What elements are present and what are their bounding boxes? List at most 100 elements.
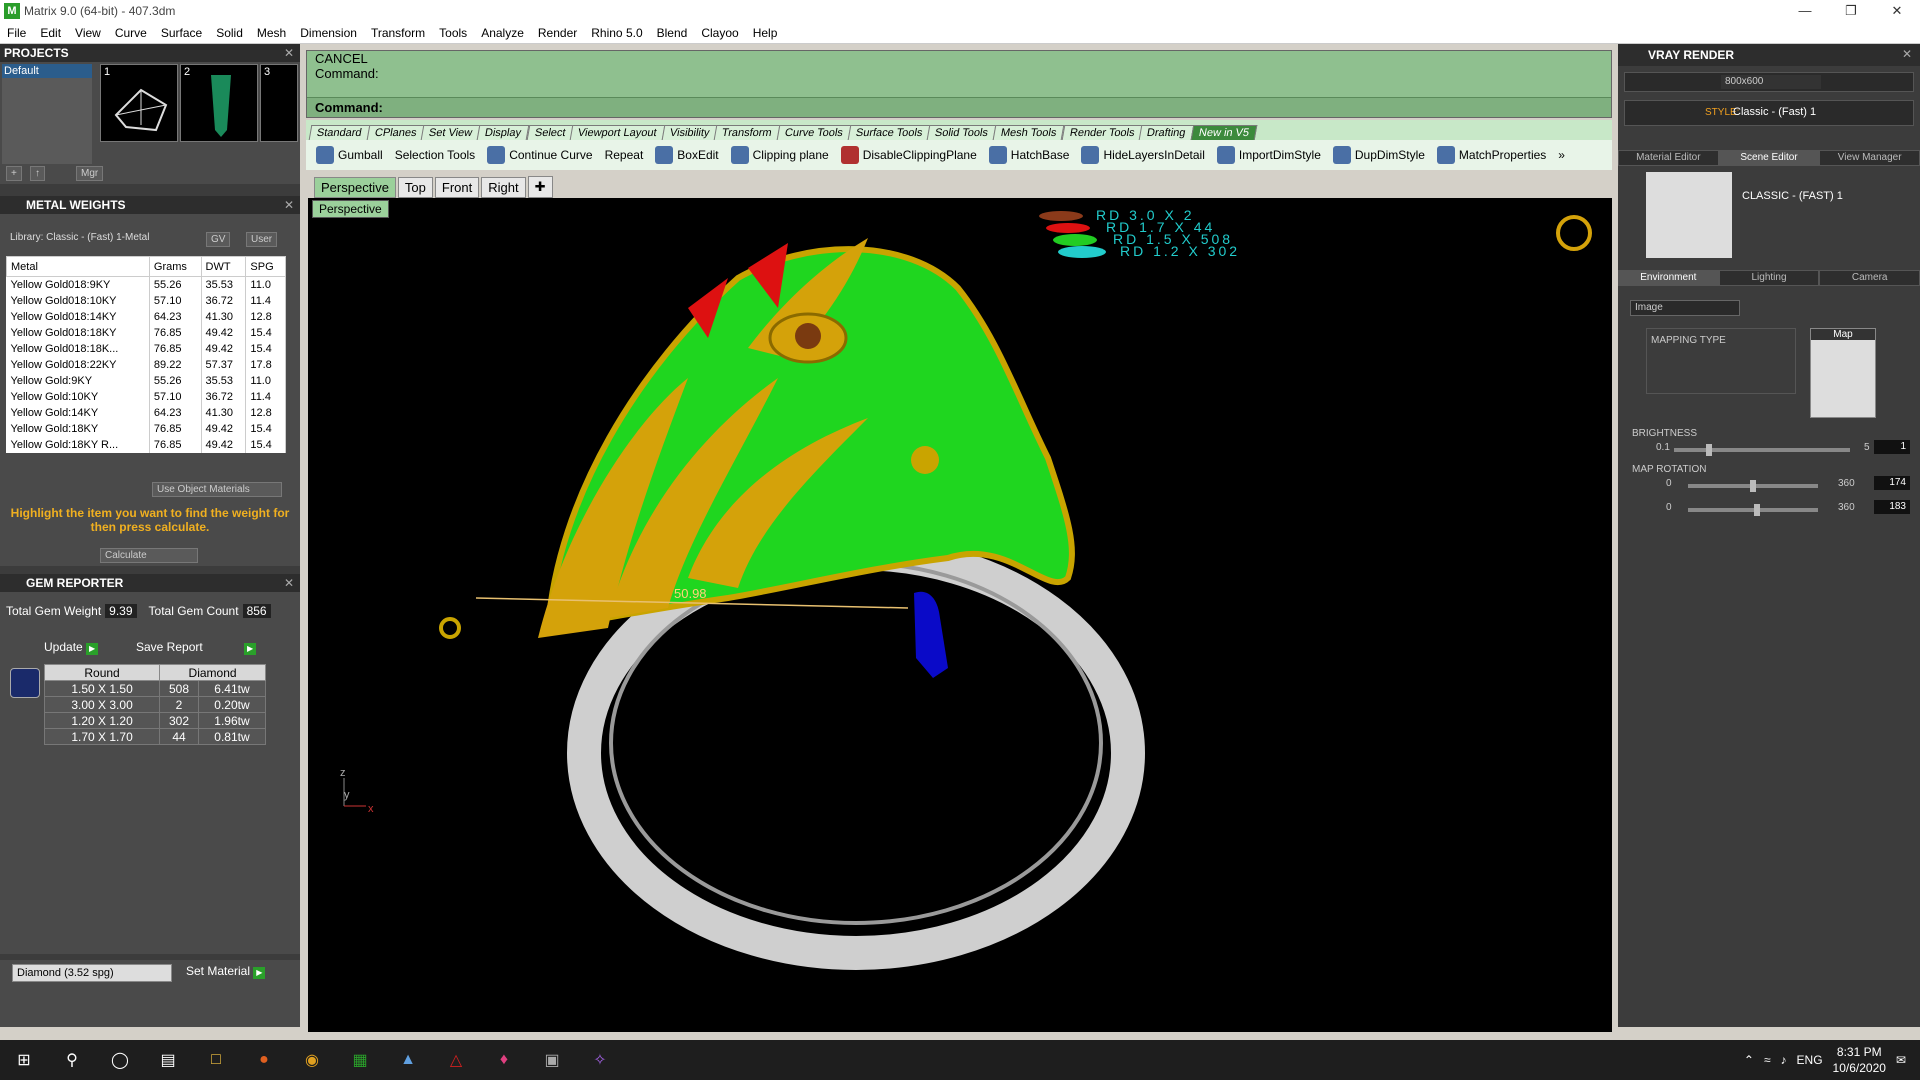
import-dimstyle-button[interactable]: ImportDimStyle — [1216, 146, 1321, 164]
restore-button[interactable]: ❐ — [1828, 0, 1874, 22]
tab-transform[interactable]: Transform — [714, 125, 781, 140]
update-button[interactable]: Update ▶ — [44, 640, 99, 655]
gem-row[interactable]: 1.50 X 1.50 508 6.41tw — [43, 680, 267, 697]
rotation-slider-2[interactable] — [1688, 504, 1818, 516]
gumball-button[interactable]: Gumball — [316, 146, 383, 164]
brightness-slider[interactable] — [1674, 444, 1850, 456]
menu-curve[interactable]: Curve — [108, 26, 154, 40]
tab-viewport-layout[interactable]: Viewport Layout — [569, 125, 666, 140]
add-project-button[interactable]: + — [6, 166, 22, 181]
table-row[interactable]: Yellow Gold018:18KY 76.85 49.42 15.4 — [6, 324, 286, 341]
gv-button[interactable]: GV — [206, 232, 231, 247]
app-icon-blue[interactable]: ▲ — [384, 1040, 432, 1080]
gem-shape-icon[interactable] — [10, 668, 40, 698]
repeat-button[interactable]: Repeat — [605, 148, 644, 162]
chrome-icon[interactable]: ◉ — [288, 1040, 336, 1080]
table-row[interactable]: Yellow Gold018:9KY 55.26 35.53 11.0 — [6, 276, 286, 293]
tab-curve-tools[interactable]: Curve Tools — [776, 125, 852, 140]
col-dwt[interactable]: DWT — [200, 256, 247, 277]
app-icon-rhino[interactable]: ▣ — [528, 1040, 576, 1080]
wifi-icon[interactable]: ≈ — [1764, 1053, 1771, 1067]
projects-list[interactable]: Default — [2, 64, 92, 164]
set-material-button[interactable]: Set Material ▶ — [186, 964, 266, 979]
tab-set-view[interactable]: Set View — [420, 125, 481, 140]
tab-view-manager[interactable]: View Manager — [1819, 150, 1920, 166]
app-icon-orange[interactable]: ● — [240, 1040, 288, 1080]
clock[interactable]: 8:31 PM 10/6/2020 — [1833, 1044, 1886, 1076]
menu-blend[interactable]: Blend — [650, 26, 695, 40]
project-thumb-3[interactable]: 3 — [260, 64, 298, 142]
map-thumbnail[interactable]: Map — [1810, 328, 1876, 418]
user-button[interactable]: User — [246, 232, 278, 247]
minimize-button[interactable]: — — [1782, 0, 1828, 22]
brightness-value[interactable]: 1 — [1874, 440, 1910, 454]
menu-analyze[interactable]: Analyze — [474, 26, 531, 40]
table-row[interactable]: Yellow Gold:10KY 57.10 36.72 11.4 — [6, 388, 286, 405]
file-explorer-icon[interactable]: □ — [192, 1040, 240, 1080]
up-project-button[interactable]: ↑ — [30, 166, 45, 181]
command-input[interactable]: Command: — [307, 97, 1611, 117]
save-report-button[interactable]: Save Report ▶ — [136, 640, 257, 655]
table-row[interactable]: Yellow Gold:18KY R... 76.85 49.42 15.4 — [6, 436, 286, 453]
rotation-value-2[interactable]: 183 — [1874, 500, 1910, 514]
menu-tools[interactable]: Tools — [432, 26, 474, 40]
match-properties-button[interactable]: MatchProperties — [1436, 146, 1546, 164]
calculate-button[interactable]: Calculate — [100, 548, 198, 563]
menu-file[interactable]: File — [0, 26, 33, 40]
app-icon-network[interactable]: ✧ — [576, 1040, 624, 1080]
menu-surface[interactable]: Surface — [154, 26, 209, 40]
tab-render-tools[interactable]: Render Tools — [1061, 125, 1143, 140]
material-select[interactable]: Diamond (3.52 spg) — [12, 964, 172, 982]
close-icon[interactable]: ✕ — [284, 196, 294, 214]
tab-camera[interactable]: Camera — [1819, 270, 1920, 286]
tab-display[interactable]: Display — [477, 125, 530, 140]
view-tab-top[interactable]: Top — [397, 177, 433, 198]
app-icon-red[interactable]: △ — [432, 1040, 480, 1080]
view-tab-perspective[interactable]: Perspective — [314, 177, 396, 198]
close-icon[interactable]: ✕ — [284, 44, 294, 62]
menu-help[interactable]: Help — [746, 26, 785, 40]
gem-row[interactable]: 1.70 X 1.70 44 0.81tw — [43, 728, 267, 745]
resolution-select[interactable]: 800x600 — [1721, 75, 1821, 89]
project-thumb-2[interactable]: 2 — [180, 64, 258, 142]
tab-surface-tools[interactable]: Surface Tools — [847, 125, 931, 140]
menu-transform[interactable]: Transform — [364, 26, 432, 40]
gem-row[interactable]: 3.00 X 3.00 2 0.20tw — [43, 696, 267, 713]
col-grams[interactable]: Grams — [148, 256, 202, 277]
tab-new-in-v5[interactable]: New in V5 — [1190, 125, 1258, 140]
scene-thumbnail[interactable] — [1646, 172, 1732, 258]
app-icon-pink[interactable]: ♦ — [480, 1040, 528, 1080]
table-row[interactable]: Yellow Gold018:10KY 57.10 36.72 11.4 — [6, 292, 286, 309]
tab-standard[interactable]: Standard — [308, 125, 370, 140]
tab-environment[interactable]: Environment — [1618, 270, 1719, 286]
perspective-viewport[interactable]: Perspective 50.98 RD 3.0 X 2 RD 1.7 X 44… — [308, 198, 1612, 1032]
view-tab-right[interactable]: Right — [481, 177, 526, 198]
close-button[interactable]: ✕ — [1874, 0, 1920, 22]
search-icon[interactable]: ⚲ — [48, 1040, 96, 1080]
tab-material-editor[interactable]: Material Editor — [1618, 150, 1719, 166]
matrix-icon[interactable]: ▦ — [336, 1040, 384, 1080]
menu-rhino5[interactable]: Rhino 5.0 — [584, 26, 649, 40]
start-icon[interactable]: ⊞ — [0, 1040, 48, 1080]
menu-clayoo[interactable]: Clayoo — [694, 26, 745, 40]
table-row[interactable]: Yellow Gold018:22KY 89.22 57.37 17.8 — [6, 356, 286, 373]
continue-curve-button[interactable]: Continue Curve — [487, 146, 593, 164]
volume-icon[interactable]: ♪ — [1781, 1053, 1787, 1067]
menu-view[interactable]: View — [68, 26, 108, 40]
add-view-icon[interactable]: ✚ — [527, 176, 553, 198]
notification-icon[interactable]: ✉ — [1896, 1053, 1906, 1067]
menu-mesh[interactable]: Mesh — [250, 26, 293, 40]
language-indicator[interactable]: ENG — [1797, 1053, 1823, 1067]
tray-chevron-icon[interactable]: ⌃ — [1744, 1053, 1754, 1067]
table-row[interactable]: Yellow Gold018:18K... 76.85 49.42 15.4 — [6, 340, 286, 357]
mgr-button[interactable]: Mgr — [76, 166, 104, 181]
hatchbase-button[interactable]: HatchBase — [988, 146, 1069, 164]
tab-select[interactable]: Select — [526, 125, 574, 140]
cortana-icon[interactable]: ◯ — [96, 1040, 144, 1080]
table-row[interactable]: Yellow Gold:9KY 55.26 35.53 11.0 — [6, 372, 286, 389]
tab-solid-tools[interactable]: Solid Tools — [927, 125, 997, 140]
overflow-chevron-icon[interactable]: » — [1558, 148, 1565, 162]
close-icon[interactable]: ✕ — [284, 574, 294, 592]
col-metal[interactable]: Metal — [6, 256, 150, 277]
gem-row[interactable]: 1.20 X 1.20 302 1.96tw — [43, 712, 267, 729]
